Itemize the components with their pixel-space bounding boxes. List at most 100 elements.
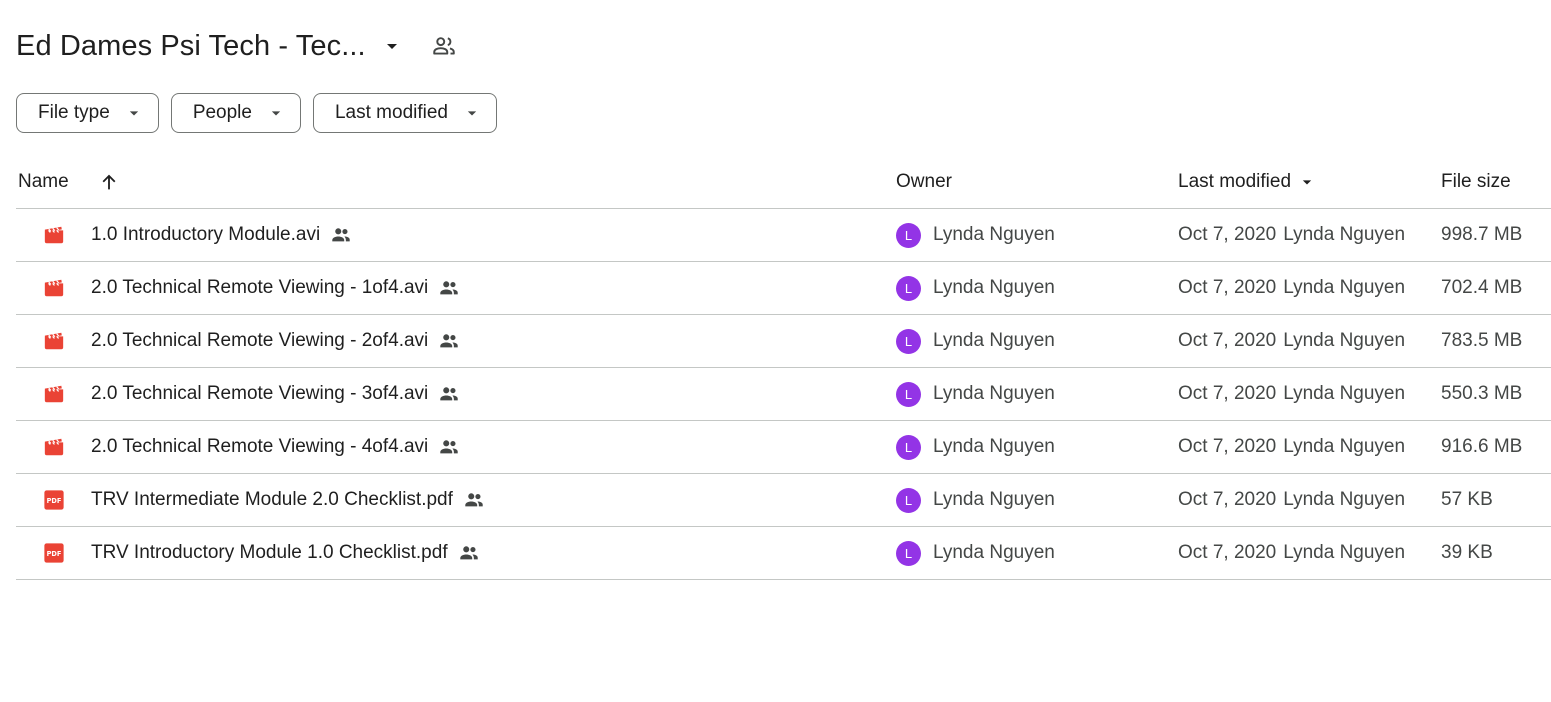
avatar: L [896, 434, 921, 460]
owner-cell: L Lynda Nguyen [896, 209, 1055, 261]
file-name[interactable]: TRV Introductory Module 1.0 Checklist.pd… [91, 542, 448, 564]
folder-header: Ed Dames Psi Tech - Tec... [16, 22, 458, 70]
arrow-drop-down-icon [462, 103, 482, 123]
column-header-owner: Owner [896, 155, 952, 208]
table-row[interactable]: 2.0 Technical Remote Viewing - 1of4.avi … [16, 262, 1551, 315]
shared-icon [458, 542, 480, 564]
file-type-cell [42, 421, 66, 473]
avatar: L [896, 222, 921, 248]
file-type-cell [42, 368, 66, 420]
shared-icon [463, 489, 485, 511]
file-name[interactable]: 2.0 Technical Remote Viewing - 1of4.avi [91, 277, 428, 299]
modified-date: Oct 7, 2020 [1178, 542, 1277, 563]
video-file-icon [44, 279, 64, 297]
modified-by: Lynda Nguyen [1283, 330, 1406, 351]
shared-icon [330, 224, 352, 246]
video-file-icon [44, 385, 64, 403]
folder-title[interactable]: Ed Dames Psi Tech - Tec... [16, 30, 366, 63]
owner-cell: L Lynda Nguyen [896, 421, 1055, 473]
owner-cell: L Lynda Nguyen [896, 474, 1055, 526]
file-name-cell: TRV Introductory Module 1.0 Checklist.pd… [91, 527, 480, 579]
file-name[interactable]: 1.0 Introductory Module.avi [91, 224, 320, 246]
table-row[interactable]: PDF TRV Intermediate Module 2.0 Checklis… [16, 474, 1551, 527]
owner-name: Lynda Nguyen [933, 383, 1055, 404]
file-name[interactable]: 2.0 Technical Remote Viewing - 4of4.avi [91, 436, 428, 458]
file-name-cell: 2.0 Technical Remote Viewing - 3of4.avi [91, 368, 460, 420]
sort-direction-button[interactable] [97, 170, 121, 194]
video-file-icon [44, 332, 64, 350]
modified-date: Oct 7, 2020 [1178, 489, 1277, 510]
pdf-file-icon: PDF [44, 543, 64, 563]
last-modified-cell: Oct 7, 2020 Lynda Nguyen [1178, 421, 1405, 473]
table-row[interactable]: 1.0 Introductory Module.avi L Lynda Nguy… [16, 209, 1551, 262]
shared-folder-button[interactable] [430, 32, 458, 60]
modified-by: Lynda Nguyen [1283, 277, 1406, 298]
modified-by: Lynda Nguyen [1283, 489, 1406, 510]
arrow-drop-down-icon [124, 103, 144, 123]
owner-name: Lynda Nguyen [933, 330, 1055, 351]
drive-folder-view: Ed Dames Psi Tech - Tec... File type Peo… [0, 0, 1551, 702]
modified-date: Oct 7, 2020 [1178, 330, 1277, 351]
file-size-cell: 916.6 MB [1441, 421, 1522, 473]
table-row[interactable]: 2.0 Technical Remote Viewing - 3of4.avi … [16, 368, 1551, 421]
file-name-cell: 2.0 Technical Remote Viewing - 2of4.avi [91, 315, 460, 367]
column-header-last-modified[interactable]: Last modified [1178, 155, 1317, 208]
file-type-cell: PDF [42, 474, 66, 526]
arrow-drop-down-icon [1297, 172, 1317, 192]
arrow-up-icon [102, 174, 116, 189]
shared-icon [438, 330, 460, 352]
last-modified-cell: Oct 7, 2020 Lynda Nguyen [1178, 474, 1405, 526]
last-modified-cell: Oct 7, 2020 Lynda Nguyen [1178, 315, 1405, 367]
avatar: L [896, 540, 921, 566]
modified-date: Oct 7, 2020 [1178, 436, 1277, 457]
filter-label: People [192, 102, 252, 123]
owner-cell: L Lynda Nguyen [896, 315, 1055, 367]
file-size: 702.4 MB [1441, 277, 1523, 298]
avatar: L [896, 275, 921, 301]
shared-icon [438, 436, 460, 458]
modified-by: Lynda Nguyen [1283, 383, 1406, 404]
people-filter[interactable]: People [170, 93, 301, 133]
modified-by: Lynda Nguyen [1283, 224, 1406, 245]
arrow-drop-down-icon [386, 44, 397, 49]
last-modified-cell: Oct 7, 2020 Lynda Nguyen [1178, 368, 1405, 420]
column-header-file-size: File size [1441, 155, 1511, 208]
avatar: L [896, 487, 921, 513]
modified-date: Oct 7, 2020 [1178, 224, 1277, 245]
owner-name: Lynda Nguyen [933, 489, 1055, 510]
file-name-cell: 1.0 Introductory Module.avi [91, 209, 352, 261]
file-type-cell [42, 262, 66, 314]
file-name-cell: 2.0 Technical Remote Viewing - 1of4.avi [91, 262, 460, 314]
pdf-file-icon: PDF [44, 490, 64, 510]
table-row[interactable]: 2.0 Technical Remote Viewing - 2of4.avi … [16, 315, 1551, 368]
table-body: 1.0 Introductory Module.avi L Lynda Nguy… [16, 209, 1551, 580]
filter-label: Last modified [334, 102, 448, 123]
video-file-icon [44, 226, 64, 244]
column-label-name: Name [18, 170, 69, 192]
video-file-icon [44, 438, 64, 456]
file-size: 783.5 MB [1441, 330, 1523, 351]
folder-menu-button[interactable] [380, 34, 404, 58]
file-name[interactable]: TRV Intermediate Module 2.0 Checklist.pd… [91, 489, 453, 511]
table-row[interactable]: 2.0 Technical Remote Viewing - 4of4.avi … [16, 421, 1551, 474]
table-row[interactable]: PDF TRV Introductory Module 1.0 Checklis… [16, 527, 1551, 580]
file-name-cell: TRV Intermediate Module 2.0 Checklist.pd… [91, 474, 485, 526]
file-size-cell: 998.7 MB [1441, 209, 1522, 261]
owner-cell: L Lynda Nguyen [896, 262, 1055, 314]
file-type-filter[interactable]: File type [16, 93, 159, 133]
last-modified-cell: Oct 7, 2020 Lynda Nguyen [1178, 527, 1405, 579]
owner-name: Lynda Nguyen [933, 277, 1055, 298]
file-size: 916.6 MB [1441, 436, 1523, 457]
owner-cell: L Lynda Nguyen [896, 527, 1055, 579]
column-label-last-modified: Last modified [1178, 170, 1292, 192]
filter-bar: File type People Last modified [16, 93, 497, 133]
file-name[interactable]: 2.0 Technical Remote Viewing - 2of4.avi [91, 330, 428, 352]
file-type-cell: PDF [42, 527, 66, 579]
modified-by: Lynda Nguyen [1283, 542, 1406, 563]
filter-label: File type [38, 102, 110, 123]
file-name-cell: 2.0 Technical Remote Viewing - 4of4.avi [91, 421, 460, 473]
table-header: Name Owner Last modified File size [16, 155, 1551, 209]
column-label-file-size: File size [1441, 170, 1511, 192]
file-name[interactable]: 2.0 Technical Remote Viewing - 3of4.avi [91, 383, 428, 405]
last-modified-filter[interactable]: Last modified [312, 93, 497, 133]
